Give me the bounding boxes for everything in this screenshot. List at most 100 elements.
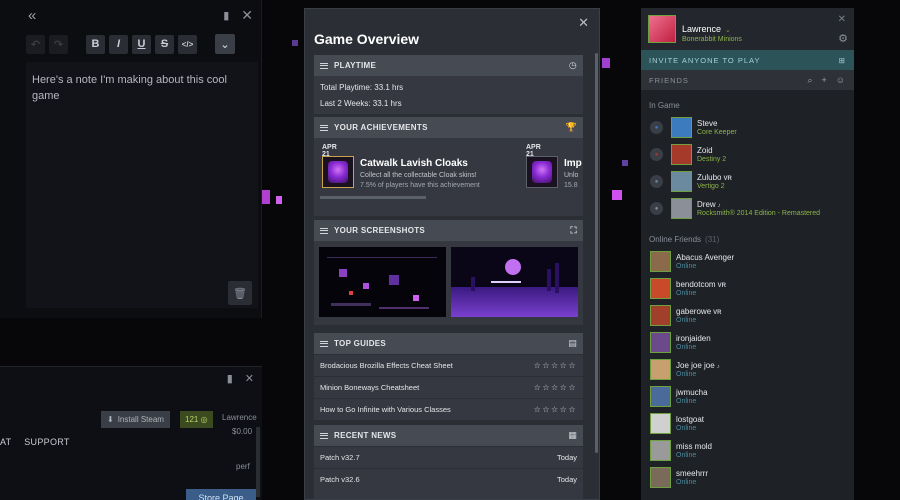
- overview-scrollbar[interactable]: [595, 53, 598, 453]
- friend-row[interactable]: bendotcom VR Online: [641, 275, 854, 302]
- chevron-down-icon[interactable]: ⌄: [215, 34, 235, 54]
- playtime-header-label: PLAYTIME: [334, 61, 377, 70]
- store-nav-support[interactable]: SUPPORT: [24, 437, 69, 447]
- drag-handle-icon[interactable]: [320, 340, 328, 347]
- news-date: Today: [556, 453, 577, 462]
- avatar[interactable]: [650, 386, 671, 407]
- italic-button[interactable]: I: [109, 34, 128, 54]
- store-nav: AT SUPPORT: [0, 437, 80, 447]
- friend-row[interactable]: lostgoat Online: [641, 410, 854, 437]
- newspaper-icon: ▦: [568, 430, 577, 440]
- achievements-carousel: APR 21 Catwalk Lavish Cloaks Collect all…: [314, 138, 583, 204]
- friend-row[interactable]: smeehrrr Online: [641, 464, 854, 491]
- news-item[interactable]: Patch v32.6 Today: [314, 468, 583, 490]
- store-page-button[interactable]: Store Page: [186, 489, 256, 500]
- pin-icon[interactable]: ▮: [227, 372, 233, 385]
- achievements-scrollbar[interactable]: [320, 196, 426, 199]
- friends-panel: Lawrence ⌄ Bonerabbit Minions ✕ ⚙ INVITE …: [641, 8, 854, 500]
- collapse-icon[interactable]: «: [28, 7, 36, 24]
- friend-row[interactable]: ● Steve Core Keeper: [641, 114, 854, 141]
- friend-row[interactable]: gaberowe VR Online: [641, 302, 854, 329]
- store-nav-item[interactable]: AT: [0, 437, 11, 447]
- trophy-icon: 🏆: [565, 122, 577, 132]
- friend-name: gaberowe VR: [676, 307, 721, 316]
- screenshots-header[interactable]: YOUR SCREENSHOTS ⛶: [314, 220, 583, 241]
- screenshot-thumbnail[interactable]: [451, 247, 578, 317]
- undo-button[interactable]: ↶: [26, 34, 45, 54]
- strikethrough-button[interactable]: S: [155, 34, 174, 54]
- avatar[interactable]: [671, 117, 692, 138]
- install-steam-button[interactable]: ⬇ Install Steam: [101, 411, 170, 428]
- invite-banner[interactable]: INVITE ANYONE TO PLAY ⊞: [641, 50, 854, 70]
- close-icon[interactable]: ✕: [578, 15, 589, 31]
- note-editor[interactable]: Here's a note I'm making about this cool…: [26, 62, 258, 308]
- star-rating: ☆☆☆☆☆: [533, 405, 577, 414]
- friend-row[interactable]: ● Zulubo VR Vertigo 2: [641, 168, 854, 195]
- store-scrollbar[interactable]: [256, 427, 260, 497]
- friend-row[interactable]: Abacus Avenger Online: [641, 248, 854, 275]
- close-icon[interactable]: ✕: [838, 14, 846, 25]
- avatar[interactable]: [648, 15, 676, 43]
- chevron-down-icon[interactable]: ⌄: [725, 27, 731, 34]
- self-name[interactable]: Lawrence ⌄: [682, 24, 731, 34]
- friend-requests-icon[interactable]: ☺: [836, 75, 846, 85]
- avatar[interactable]: [650, 305, 671, 326]
- guide-item[interactable]: How to Go Infinite with Various Classes …: [314, 398, 583, 420]
- friend-row[interactable]: Joe joe joe ♪ Online: [641, 356, 854, 383]
- trash-icon[interactable]: 🗑: [228, 281, 252, 305]
- achievement-percent: 15.8: [564, 182, 578, 189]
- news-title: Patch v32.6: [320, 475, 360, 484]
- store-username[interactable]: Lawrence: [222, 413, 257, 422]
- friend-status: Online: [676, 344, 697, 351]
- drag-handle-icon[interactable]: [320, 62, 328, 69]
- guides-header[interactable]: TOP GUIDES ▤: [314, 333, 583, 354]
- code-button[interactable]: </>: [178, 34, 197, 54]
- avatar[interactable]: [671, 171, 692, 192]
- bold-button[interactable]: B: [86, 34, 105, 54]
- avatar[interactable]: [650, 359, 671, 380]
- friend-row[interactable]: ● Drew ♪ Rocksmith® 2014 Edition - Remaster…: [641, 195, 854, 222]
- friend-row[interactable]: miss mold Online: [641, 437, 854, 464]
- avatar[interactable]: [650, 332, 671, 353]
- redo-button[interactable]: ↷: [49, 34, 68, 54]
- pin-icon[interactable]: ▮: [223, 9, 229, 22]
- avatar[interactable]: [671, 144, 692, 165]
- guide-item[interactable]: Minion Boneways Cheatsheet ☆☆☆☆☆: [314, 376, 583, 398]
- friend-row[interactable]: ironjaiden Online: [641, 329, 854, 356]
- avatar[interactable]: [650, 251, 671, 272]
- underline-button[interactable]: U: [132, 34, 151, 54]
- close-icon[interactable]: ✕: [241, 7, 253, 24]
- friend-row[interactable]: ● Zoid Destiny 2: [641, 141, 854, 168]
- playtime-header[interactable]: PLAYTIME ◷: [314, 55, 583, 76]
- in-game-group-label[interactable]: In Game: [641, 96, 854, 114]
- gear-icon[interactable]: ⚙: [838, 32, 848, 45]
- online-group-label[interactable]: Online Friends (31): [641, 230, 854, 248]
- friend-row[interactable]: jwmucha Online: [641, 383, 854, 410]
- achievements-header[interactable]: YOUR ACHIEVEMENTS 🏆: [314, 117, 583, 138]
- avatar[interactable]: [650, 278, 671, 299]
- search-icon[interactable]: ⌕: [807, 75, 813, 86]
- avatar[interactable]: [650, 440, 671, 461]
- friend-name-text: Drew: [697, 200, 716, 209]
- guide-item[interactable]: Brodacious Brozilla Effects Cheat Sheet …: [314, 354, 583, 376]
- add-friend-icon[interactable]: +: [822, 75, 828, 85]
- close-icon[interactable]: ✕: [245, 372, 254, 385]
- points-badge[interactable]: 121 ◎: [180, 411, 213, 428]
- news-header[interactable]: RECENT NEWS ▦: [314, 425, 583, 446]
- online-label: Online Friends: [649, 234, 702, 244]
- drag-handle-icon[interactable]: [320, 124, 328, 131]
- avatar[interactable]: [650, 467, 671, 488]
- friend-name-text: jwmucha: [676, 388, 708, 397]
- screenshot-thumbnail[interactable]: [319, 247, 446, 317]
- avatar[interactable]: [671, 198, 692, 219]
- drag-handle-icon[interactable]: [320, 227, 328, 234]
- friend-status: Online: [676, 479, 697, 486]
- friend-name: lostgoat: [676, 415, 704, 424]
- news-item[interactable]: Patch v32.7 Today: [314, 446, 583, 468]
- friend-name: Joe joe joe ♪: [676, 361, 720, 370]
- star-rating: ☆☆☆☆☆: [533, 383, 577, 392]
- wallet-balance: $0.00: [232, 427, 253, 436]
- drag-handle-icon[interactable]: [320, 432, 328, 439]
- store-titlebar: ▮ ✕: [0, 367, 262, 389]
- avatar[interactable]: [650, 413, 671, 434]
